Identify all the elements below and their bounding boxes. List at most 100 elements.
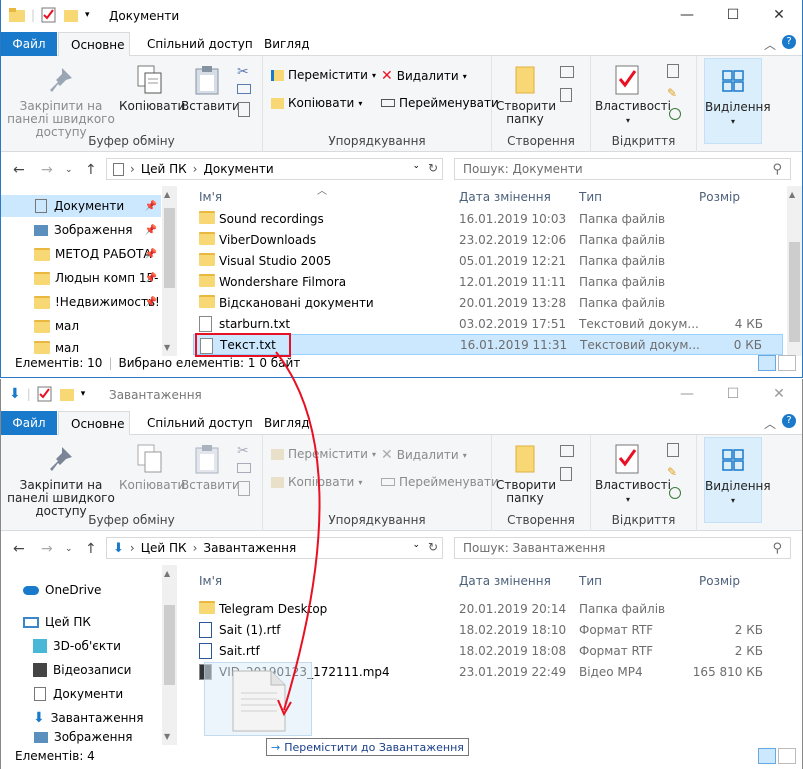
file-row[interactable]: Sait (1).rtf 18.02.2019 18:10 Формат RTF 2 … bbox=[193, 619, 783, 640]
new-item-icon[interactable] bbox=[560, 66, 574, 78]
maximize-button[interactable]: ☐ bbox=[710, 379, 756, 409]
history-icon[interactable] bbox=[669, 487, 681, 499]
nav-item[interactable]: Цей ПК bbox=[1, 611, 161, 633]
rename-button[interactable]: Перейменувати bbox=[381, 475, 499, 489]
delete-button[interactable]: ✕ Видалити ▾ bbox=[381, 447, 467, 463]
delete-button[interactable]: ✕ Видалити ▾ bbox=[381, 68, 467, 84]
pin-quick-access-button[interactable]: Закріпити на панелі швидкого доступу bbox=[5, 443, 117, 518]
details-view-icon[interactable] bbox=[758, 748, 776, 764]
forward-icon[interactable]: → bbox=[41, 162, 53, 178]
move-to-button[interactable]: Перемістити ▾ bbox=[271, 447, 376, 461]
help-icon[interactable]: ? bbox=[782, 414, 796, 428]
nav-item[interactable]: !Недвижимость! 📌 bbox=[1, 291, 161, 313]
tab-view[interactable]: Вигляд bbox=[252, 411, 322, 435]
open-icon[interactable] bbox=[667, 443, 679, 457]
ribbon-collapse-icon[interactable]: ︿ bbox=[764, 415, 776, 432]
copy-to-button[interactable]: Копіювати ▾ bbox=[271, 475, 362, 489]
nav-item[interactable]: ⬇ Завантаження bbox=[1, 707, 161, 729]
paste-button[interactable]: Вставити bbox=[181, 64, 240, 113]
new-folder-button[interactable]: Створити папку bbox=[496, 64, 556, 126]
maximize-button[interactable]: ☐ bbox=[710, 0, 756, 30]
address-dropdown-icon[interactable]: ⌄ bbox=[412, 540, 420, 550]
refresh-icon[interactable]: ↻ bbox=[428, 161, 438, 175]
file-row[interactable]: Відскановані документи 20.01.2019 13:28 Па… bbox=[193, 292, 783, 313]
easy-access-icon[interactable] bbox=[560, 88, 572, 102]
paste-shortcut-icon[interactable] bbox=[238, 102, 250, 117]
history-icon[interactable] bbox=[669, 108, 681, 120]
address-bar[interactable]: › Цей ПК › Документи ⌄ ↻ bbox=[106, 158, 443, 180]
nav-item[interactable]: Документи 📌 bbox=[1, 195, 161, 217]
tab-home[interactable]: Основне bbox=[58, 411, 130, 436]
nav-item[interactable]: МЕТОД РАБОТА 📌 bbox=[1, 243, 161, 265]
easy-access-icon[interactable] bbox=[560, 467, 572, 481]
large-icons-view-icon[interactable] bbox=[778, 355, 796, 371]
nav-item[interactable]: Зображення 📌 bbox=[1, 219, 161, 241]
copy-button[interactable]: Копіювати bbox=[119, 64, 185, 113]
properties-button[interactable]: Властивості ▾ bbox=[595, 443, 671, 506]
search-box[interactable]: Пошук: Документи ⚲ bbox=[454, 158, 791, 180]
forward-icon[interactable]: → bbox=[41, 541, 53, 557]
edit-icon[interactable]: ✎ bbox=[667, 86, 677, 100]
nav-item[interactable]: Документи bbox=[1, 683, 161, 705]
help-icon[interactable]: ? bbox=[782, 35, 796, 49]
address-dropdown-icon[interactable]: ⌄ bbox=[412, 161, 420, 171]
tab-file[interactable]: Файл bbox=[1, 411, 57, 435]
cut-icon[interactable]: ✂ bbox=[237, 443, 249, 459]
file-row[interactable]: starburn.txt 03.02.2019 17:51 Текстовий до… bbox=[193, 313, 783, 334]
new-folder-button[interactable]: Створити папку bbox=[496, 443, 556, 505]
new-folder-icon[interactable] bbox=[59, 386, 75, 402]
move-to-button[interactable]: Перемістити ▾ bbox=[271, 68, 376, 82]
file-row[interactable]: Wondershare Filmora 12.01.2019 11:11 Папка… bbox=[193, 271, 783, 292]
column-name[interactable]: Ім'я bbox=[199, 186, 222, 208]
tab-file[interactable]: Файл bbox=[1, 32, 57, 56]
new-item-icon[interactable] bbox=[560, 445, 574, 457]
column-size[interactable]: Розмір bbox=[699, 570, 740, 592]
paste-shortcut-icon[interactable] bbox=[238, 481, 250, 496]
minimize-button[interactable]: — bbox=[664, 0, 710, 30]
nav-scrollbar[interactable]: ▲ ▼ bbox=[162, 186, 177, 356]
paste-button[interactable]: Вставити bbox=[181, 443, 240, 492]
breadcrumb-this-pc[interactable]: Цей ПК bbox=[141, 162, 187, 176]
tab-share[interactable]: Спільний доступ bbox=[135, 411, 265, 435]
tab-view[interactable]: Вигляд bbox=[252, 32, 322, 56]
details-view-icon[interactable] bbox=[758, 355, 776, 371]
back-icon[interactable]: ← bbox=[13, 162, 25, 178]
rename-button[interactable]: Перейменувати bbox=[381, 96, 499, 110]
back-icon[interactable]: ← bbox=[13, 541, 25, 557]
copy-path-icon[interactable] bbox=[237, 463, 251, 473]
copy-path-icon[interactable] bbox=[237, 84, 251, 94]
close-button[interactable]: ✕ bbox=[756, 379, 802, 409]
close-button[interactable]: ✕ bbox=[756, 0, 802, 30]
file-row[interactable]: Telegram Desktop 20.01.2019 20:14 Папка фа… bbox=[193, 598, 783, 619]
file-row[interactable]: Sound recordings 16.01.2019 10:03 Папка фа… bbox=[193, 208, 783, 229]
recent-locations-icon[interactable]: ⌄ bbox=[65, 165, 73, 175]
breadcrumb-documents[interactable]: Документи bbox=[203, 162, 273, 176]
column-size[interactable]: Розмір bbox=[699, 186, 740, 208]
column-date[interactable]: Дата змінення bbox=[459, 570, 551, 592]
properties-icon[interactable] bbox=[41, 7, 57, 23]
open-icon[interactable] bbox=[667, 64, 679, 78]
properties-button[interactable]: Властивості ▾ bbox=[595, 64, 671, 127]
recent-locations-icon[interactable]: ⌄ bbox=[65, 544, 73, 554]
nav-item[interactable]: Людын комп 15- 📌 bbox=[1, 267, 161, 289]
copy-to-button[interactable]: Копіювати ▾ bbox=[271, 96, 362, 110]
ribbon-collapse-icon[interactable]: ︿ bbox=[764, 36, 776, 53]
column-date[interactable]: Дата змінення bbox=[459, 186, 551, 208]
new-folder-icon[interactable] bbox=[63, 7, 79, 23]
select-button[interactable]: Виділення ▾ bbox=[704, 58, 771, 144]
cut-icon[interactable]: ✂ bbox=[237, 64, 249, 80]
breadcrumb-this-pc[interactable]: Цей ПК bbox=[141, 541, 187, 555]
address-bar[interactable]: ⬇ › Цей ПК › Завантаження ⌄ ↻ bbox=[106, 537, 443, 559]
column-type[interactable]: Тип bbox=[579, 570, 602, 592]
tab-share[interactable]: Спільний доступ bbox=[135, 32, 265, 56]
nav-item[interactable]: OneDrive bbox=[1, 579, 161, 601]
nav-item[interactable]: 3D-об'єкти bbox=[1, 635, 161, 657]
nav-scrollbar[interactable]: ▲ ▼ bbox=[162, 565, 177, 745]
large-icons-view-icon[interactable] bbox=[778, 748, 796, 764]
copy-button[interactable]: Копіювати bbox=[119, 443, 185, 492]
breadcrumb-downloads[interactable]: Завантаження bbox=[203, 541, 296, 555]
search-box[interactable]: Пошук: Завантаження ⚲ bbox=[454, 537, 791, 559]
customize-qa-icon[interactable]: ▾ bbox=[85, 10, 90, 20]
column-name[interactable]: Ім'я bbox=[199, 570, 222, 592]
edit-icon[interactable]: ✎ bbox=[667, 465, 677, 479]
